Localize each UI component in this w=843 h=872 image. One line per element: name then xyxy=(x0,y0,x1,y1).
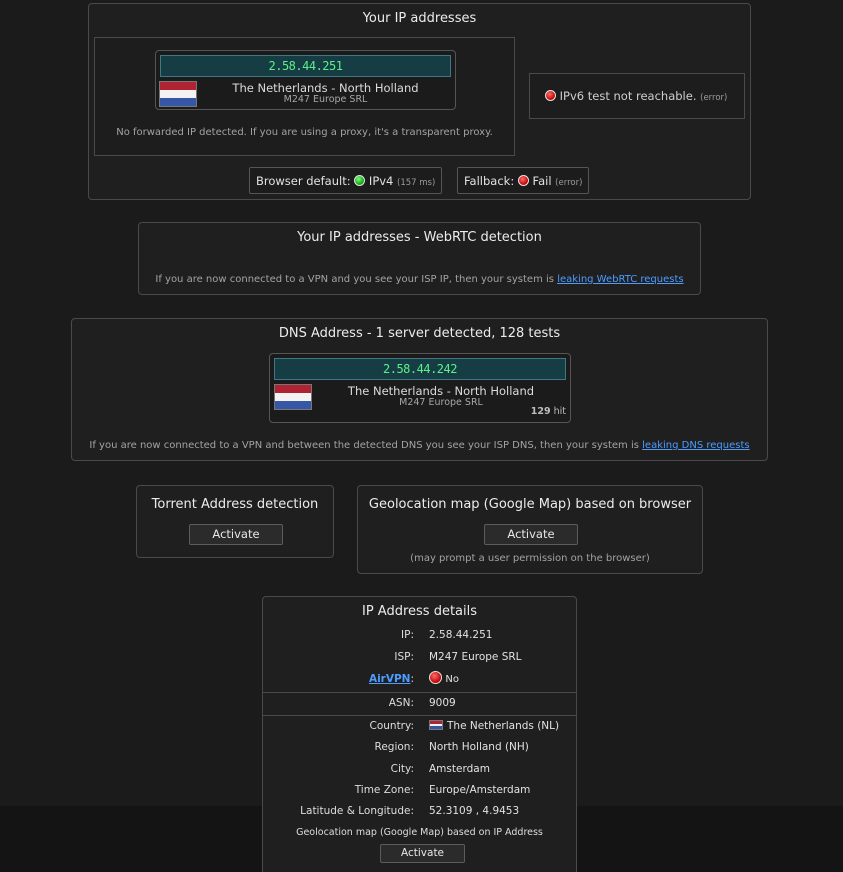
browser-default-label: Browser default: xyxy=(256,174,351,188)
status-dot-green-icon xyxy=(354,175,366,186)
torrent-title: Torrent Address detection xyxy=(151,497,319,512)
dns-note-text: If you are now connected to a VPN and be… xyxy=(89,440,639,451)
latlng-value: 52.3109 , 4.9453 xyxy=(429,805,520,817)
detail-row-airvpn: AirVPN: No xyxy=(263,669,576,689)
region-value: North Holland (NH) xyxy=(429,741,529,753)
detail-row-asn: ASN: 9009 xyxy=(263,693,576,713)
geo-ip-activate-button[interactable]: Activate xyxy=(380,844,465,863)
webrtc-note: If you are now connected to a VPN and yo… xyxy=(139,274,700,285)
detail-row-country: Country: The Netherlands (NL) xyxy=(263,716,576,736)
browser-default-ms: (157 ms) xyxy=(397,178,436,188)
ip-panel-title: Your IP addresses xyxy=(362,11,477,26)
dns-hit-label: hit xyxy=(553,406,566,417)
detail-row-region: Region: North Holland (NH) xyxy=(263,737,576,757)
geo-ip-caption: Geolocation map (Google Map) based on IP… xyxy=(296,827,543,838)
webrtc-note-text: If you are now connected to a VPN and yo… xyxy=(155,274,554,285)
dns-card: 2.58.44.242 The Netherlands - North Holl… xyxy=(269,353,571,423)
airvpn-value: No xyxy=(445,674,459,685)
dns-hit-number: 129 xyxy=(530,406,551,417)
fallback-label: Fallback: xyxy=(464,174,515,188)
geo-browser-panel: Geolocation map (Google Map) based on br… xyxy=(357,485,703,574)
status-dot-red-icon xyxy=(545,90,556,101)
airvpn-label: AirVPN: xyxy=(369,669,414,689)
dns-address[interactable]: 2.58.44.242 xyxy=(274,358,566,380)
torrent-panel: Torrent Address detection Activate xyxy=(136,485,334,558)
ip-details-panel: IP Address details IP: 2.58.44.251 ISP: … xyxy=(262,596,577,872)
ipv4-card: 2.58.44.251 The Netherlands - North Holl… xyxy=(155,50,456,110)
webrtc-leak-link[interactable]: leaking WebRTC requests xyxy=(557,274,683,285)
geo-browser-title: Geolocation map (Google Map) based on br… xyxy=(368,497,692,512)
timezone-label: Time Zone: xyxy=(354,784,414,796)
status-dot-red-icon xyxy=(429,671,442,684)
geo-browser-activate-button[interactable]: Activate xyxy=(484,524,578,545)
status-dot-red-icon xyxy=(517,175,529,186)
detail-row-city: City: Amsterdam xyxy=(263,759,576,779)
dns-leak-link[interactable]: leaking DNS requests xyxy=(642,440,749,451)
dns-hit-count: 129 hit xyxy=(531,406,566,417)
detail-row-latlng: Latitude & Longitude: 52.3109 , 4.9453 xyxy=(263,801,576,821)
timezone-value: Europe/Amsterdam xyxy=(429,784,531,796)
torrent-activate-button[interactable]: Activate xyxy=(189,524,283,545)
no-forward-note: No forwarded IP detected. If you are usi… xyxy=(116,127,493,138)
dns-title: DNS Address - 1 server detected, 128 tes… xyxy=(278,326,561,341)
airvpn-link[interactable]: AirVPN xyxy=(369,673,411,685)
city-label: City: xyxy=(390,763,414,775)
dns-isp: M247 Europe SRL xyxy=(399,397,483,408)
dns-panel: DNS Address - 1 server detected, 128 tes… xyxy=(71,318,768,461)
ip-details-title: IP Address details xyxy=(361,604,478,619)
browser-default-pill: Browser default: IPv4 (157 ms) xyxy=(249,167,443,194)
city-value: Amsterdam xyxy=(429,763,490,775)
geo-browser-note: (may prompt a user permission on the bro… xyxy=(410,553,650,564)
asn-label: ASN: xyxy=(388,697,414,709)
ipv4-address[interactable]: 2.58.44.251 xyxy=(160,55,451,77)
netherlands-flag-icon xyxy=(429,720,443,730)
airvpn-colon: : xyxy=(410,673,414,685)
detail-row-ip: IP: 2.58.44.251 xyxy=(263,625,576,645)
ipv6-status-line: IPv6 test not reachable. (error) xyxy=(545,89,727,103)
netherlands-flag-icon xyxy=(274,384,312,410)
ipv6-error-note: (error) xyxy=(700,93,728,103)
ipv4-country: The Netherlands - North Holland xyxy=(232,81,419,95)
isp-label: ISP: xyxy=(394,651,414,663)
latlng-label: Latitude & Longitude: xyxy=(300,805,414,817)
webrtc-panel: Your IP addresses - WebRTC detection If … xyxy=(138,222,701,295)
ipv6-section: IPv6 test not reachable. (error) xyxy=(529,73,745,119)
ip-value: 2.58.44.251 xyxy=(429,629,493,641)
fallback-note: (error) xyxy=(555,178,583,188)
ip-addresses-panel: Your IP addresses 2.58.44.251 The Nether… xyxy=(88,3,751,200)
region-label: Region: xyxy=(374,741,414,753)
ipv6-status-text: IPv6 test not reachable. xyxy=(559,89,697,103)
country-label: Country: xyxy=(369,720,415,732)
netherlands-flag-icon xyxy=(159,81,197,107)
country-value: The Netherlands (NL) xyxy=(447,720,560,732)
detail-row-timezone: Time Zone: Europe/Amsterdam xyxy=(263,780,576,800)
detail-row-isp: ISP: M247 Europe SRL xyxy=(263,647,576,667)
ip-label: IP: xyxy=(401,629,414,641)
browser-default-value: IPv4 xyxy=(368,174,394,188)
dns-country: The Netherlands - North Holland xyxy=(347,384,535,398)
ipv4-section: 2.58.44.251 The Netherlands - North Holl… xyxy=(94,37,515,156)
fallback-value: Fail xyxy=(532,174,552,188)
fallback-pill: Fallback: Fail (error) xyxy=(457,167,590,194)
ipv4-isp: M247 Europe SRL xyxy=(283,94,368,105)
country-value-wrap: The Netherlands (NL) xyxy=(429,716,559,736)
webrtc-title: Your IP addresses - WebRTC detection xyxy=(297,230,542,245)
isp-value: M247 Europe SRL xyxy=(429,651,522,663)
dns-note: If you are now connected to a VPN and be… xyxy=(72,440,767,451)
asn-value: 9009 xyxy=(429,697,456,709)
airvpn-value-wrap: No xyxy=(429,669,459,690)
